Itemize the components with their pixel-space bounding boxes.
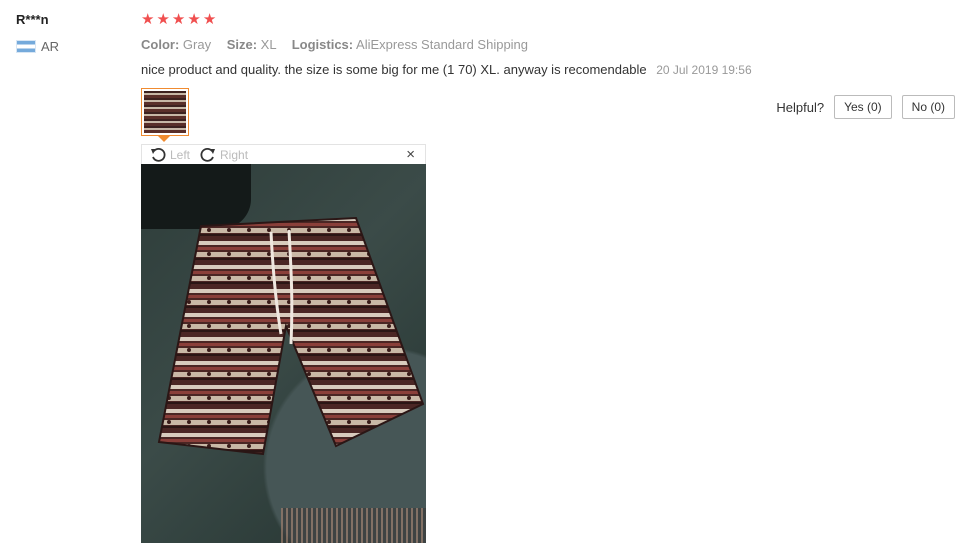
rotate-left-label: Left — [170, 147, 191, 162]
review-photo-large — [141, 164, 426, 543]
star-icon: ★ — [187, 11, 201, 28]
star-icon: ★ — [202, 11, 217, 28]
size-value: XL — [260, 37, 277, 52]
thumbnail-image — [144, 91, 186, 133]
order-attributes: Color: Gray Size: XL Logistics: AliExpre… — [141, 37, 540, 52]
color-value: Gray — [182, 37, 212, 52]
review-date: 20 Jul 2019 19:56 — [656, 63, 752, 77]
reviewer-name: R***n — [16, 12, 49, 27]
rotate-left-button[interactable]: Left — [150, 147, 190, 163]
size-attribute: Size: XL — [227, 37, 280, 52]
viewer-toolbar: Left Right × — [141, 144, 426, 164]
logistics-value: AliExpress Standard Shipping — [356, 37, 529, 52]
helpful-yes-button[interactable]: Yes (0) — [834, 95, 892, 119]
reviewer-country: AR — [16, 39, 59, 54]
review-content: nice product and quality. the size is so… — [141, 62, 752, 77]
logistics-attribute: Logistics: AliExpress Standard Shipping — [292, 37, 528, 52]
star-icon: ★ — [141, 11, 155, 28]
color-attribute: Color: Gray — [141, 37, 215, 52]
argentina-flag-icon — [16, 40, 36, 53]
review-photo-thumbnail[interactable] — [141, 88, 189, 136]
reviewer-block: R***n — [16, 12, 49, 27]
patterned-shorts-image — [157, 216, 425, 456]
logistics-label: Logistics: — [291, 37, 354, 52]
photo-viewer: Left Right × — [141, 144, 426, 543]
photo-background-fringe — [281, 508, 426, 543]
helpful-no-button[interactable]: No (0) — [901, 95, 955, 119]
rotate-right-button[interactable]: Right — [200, 147, 248, 163]
rotate-left-icon — [151, 147, 166, 162]
close-viewer-icon[interactable]: × — [406, 146, 415, 163]
helpful-section: Helpful? Yes (0) No (0) — [776, 95, 955, 119]
country-code: AR — [41, 39, 60, 54]
star-rating: ★ ★ ★ ★ ★ — [141, 12, 216, 28]
rotate-right-icon — [200, 147, 216, 162]
review-text: nice product and quality. the size is so… — [141, 62, 647, 77]
star-icon: ★ — [171, 11, 186, 28]
thumbnail-pointer-icon — [158, 136, 170, 142]
size-label: Size: — [226, 37, 258, 52]
color-label: Color: — [141, 37, 180, 52]
rotate-right-label: Right — [220, 147, 249, 162]
star-icon: ★ — [156, 11, 170, 28]
helpful-label: Helpful? — [776, 99, 825, 115]
